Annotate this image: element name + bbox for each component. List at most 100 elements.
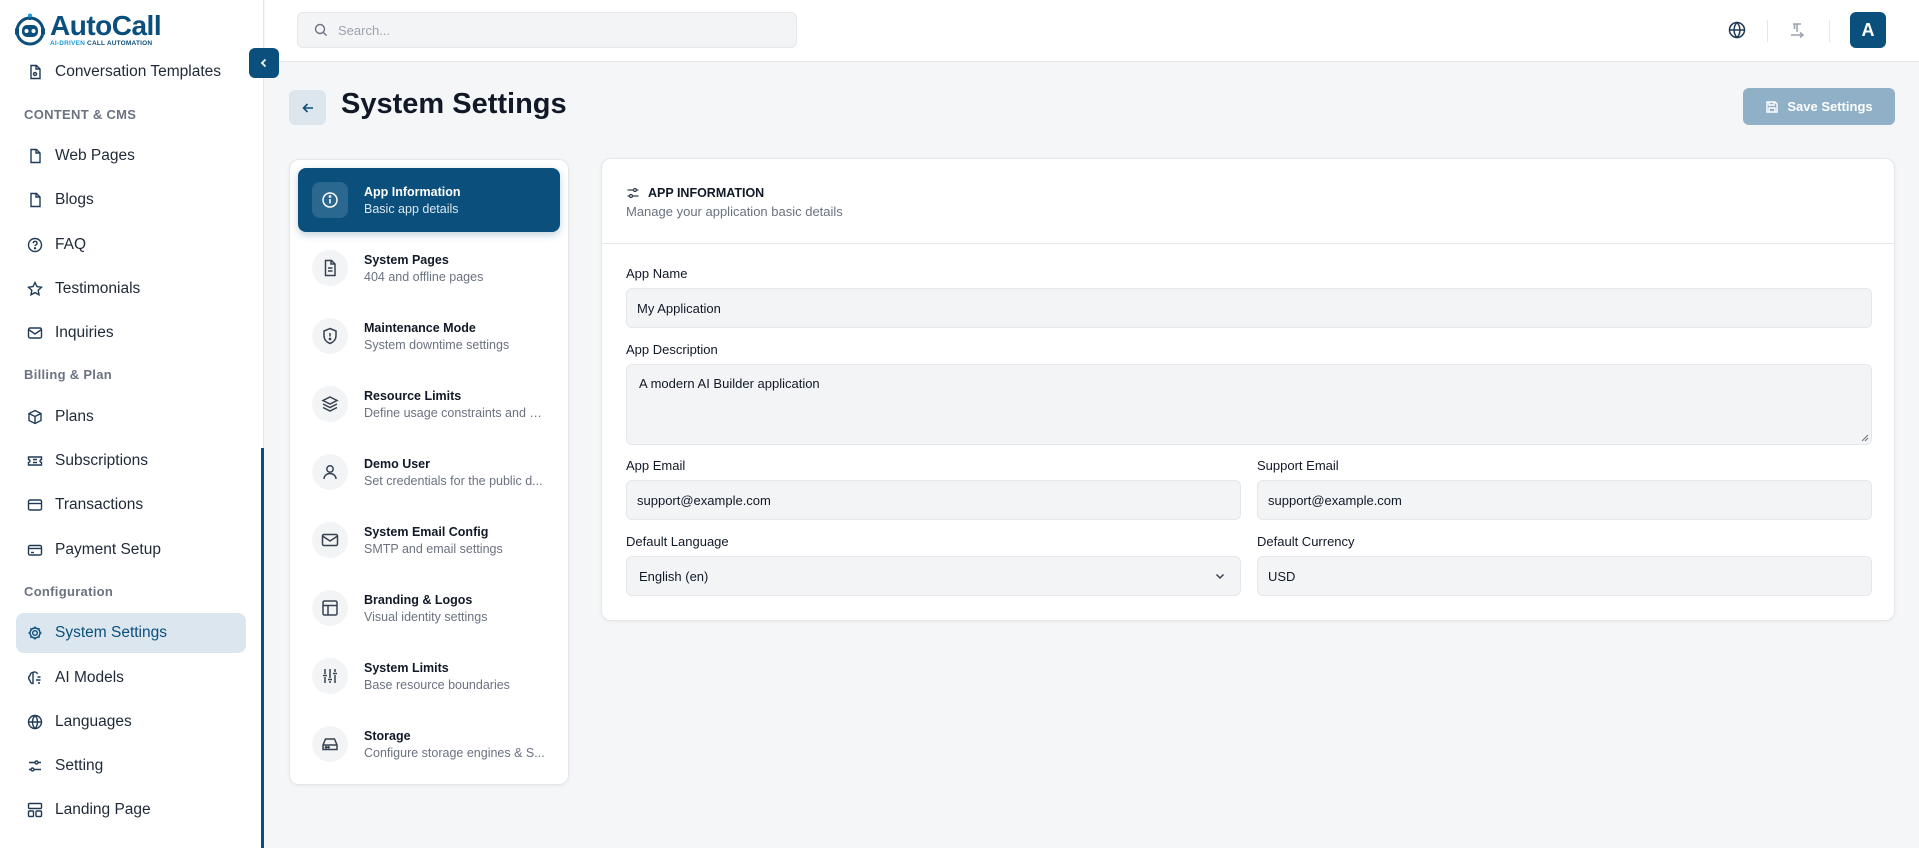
gear-icon	[27, 625, 43, 641]
language-switcher-button[interactable]	[1726, 19, 1748, 41]
text-direction-button[interactable]	[1786, 19, 1808, 41]
menu-item-title: Demo User	[364, 456, 430, 471]
hard-drive-icon	[312, 726, 348, 762]
sidebar-item-label: Subscriptions	[55, 452, 149, 469]
sidebar-item-ai-models[interactable]: AI Models	[16, 658, 246, 698]
save-settings-label: Save Settings	[1787, 99, 1873, 114]
topbar-divider	[1767, 20, 1768, 42]
menu-item-title: System Pages	[364, 252, 449, 267]
file-text-icon	[27, 64, 43, 80]
menu-item-subtitle: SMTP and email settings	[364, 541, 503, 556]
shield-alert-icon	[312, 318, 348, 354]
sidebar-item-label: Testimonials	[55, 280, 141, 297]
sidebar-item-label: Blogs	[55, 191, 94, 208]
menu-item-title: Branding & Logos	[364, 592, 473, 607]
sidebar-item-faq[interactable]: FAQ	[16, 225, 246, 265]
sidebar-section-content-cms: CONTENT & CMS	[24, 107, 137, 122]
sidebar-scroll-indicator	[261, 448, 264, 848]
sidebar-item-setting[interactable]: Setting	[16, 746, 246, 786]
menu-item-subtitle: 404 and offline pages	[364, 269, 484, 284]
default-language-value: English (en)	[639, 568, 709, 584]
app-name: AutoCall	[50, 10, 162, 42]
globe-icon	[27, 714, 43, 730]
globe-icon	[1728, 21, 1746, 39]
search-box[interactable]	[297, 12, 797, 48]
settings-menu-item-storage[interactable]: Storage Configure storage engines & S...	[298, 712, 560, 776]
menu-item-title: Storage	[364, 728, 411, 743]
resize-grip-icon[interactable]	[1861, 434, 1869, 442]
sidebar-collapse-button[interactable]	[249, 48, 279, 78]
form-title: APP INFORMATION	[626, 186, 764, 200]
menu-item-subtitle: Visual identity settings	[364, 609, 488, 624]
info-icon	[312, 182, 348, 218]
menu-item-title: Resource Limits	[364, 388, 462, 403]
sidebar-item-system-settings[interactable]: System Settings	[16, 613, 246, 653]
menu-item-subtitle: Set credentials for the public d...	[364, 473, 543, 488]
sidebar-item-plans[interactable]: Plans	[16, 397, 246, 437]
app-email-input[interactable]: support@example.com	[626, 480, 1241, 520]
sidebar-item-languages[interactable]: Languages	[16, 702, 246, 742]
settings-menu-item-maintenance-mode[interactable]: Maintenance Mode System downtime settings	[298, 304, 560, 368]
settings-menu-item-demo-user[interactable]: Demo User Set credentials for the public …	[298, 440, 560, 504]
user-avatar[interactable]: A	[1850, 12, 1886, 48]
search-icon	[314, 23, 327, 36]
sliders-vertical-icon	[312, 658, 348, 694]
sidebar-item-label: Landing Page	[55, 801, 151, 818]
settings-menu-item-system-email-config[interactable]: System Email Config SMTP and email settin…	[298, 508, 560, 572]
credit-card-icon	[27, 497, 43, 513]
settings-menu-item-system-pages[interactable]: System Pages 404 and offline pages	[298, 236, 560, 300]
sidebar-item-conversation-templates[interactable]: Conversation Templates	[16, 52, 246, 92]
sidebar-item-subscriptions[interactable]: Subscriptions	[16, 441, 246, 481]
menu-item-title: System Limits	[364, 660, 449, 675]
sidebar-item-blogs[interactable]: Blogs	[16, 180, 246, 220]
ticket-icon	[27, 453, 43, 469]
sidebar-item-web-pages[interactable]: Web Pages	[16, 136, 246, 176]
sidebar-item-inquiries[interactable]: Inquiries	[16, 313, 246, 353]
sidebar-item-testimonials[interactable]: Testimonials	[16, 269, 246, 309]
sidebar-item-payment-setup[interactable]: Payment Setup	[16, 530, 246, 570]
menu-item-subtitle: Basic app details	[364, 201, 459, 216]
sidebar-item-transactions[interactable]: Transactions	[16, 485, 246, 525]
back-button[interactable]	[289, 90, 326, 125]
settings-menu-item-resource-limits[interactable]: Resource Limits Define usage constraints …	[298, 372, 560, 436]
app-logo[interactable]: AutoCall AI-DRIVEN CALL AUTOMATION	[14, 10, 162, 50]
settings-menu: App Information Basic app details System …	[289, 159, 569, 785]
sidebar-item-label: Transactions	[55, 496, 144, 513]
support-email-input[interactable]: support@example.com	[1257, 480, 1872, 520]
settings-menu-item-branding-logos[interactable]: Branding & Logos Visual identity settings	[298, 576, 560, 640]
sidebar-item-label: System Settings	[55, 624, 167, 641]
default-currency-input[interactable]: USD	[1257, 556, 1872, 596]
sidebar-item-label: Setting	[55, 757, 104, 774]
arrow-left-icon	[301, 102, 313, 113]
user-icon	[312, 454, 348, 490]
app-tagline: AI-DRIVEN CALL AUTOMATION	[50, 40, 153, 48]
mail-icon	[27, 325, 43, 341]
settings-menu-item-app-information[interactable]: App Information Basic app details	[298, 168, 560, 232]
sidebar-item-landing-page[interactable]: Landing Page	[16, 790, 246, 830]
menu-item-subtitle: Base resource boundaries	[364, 677, 510, 692]
file-icon	[27, 192, 43, 208]
save-settings-button[interactable]: Save Settings	[1743, 88, 1895, 125]
layout-icon	[27, 802, 43, 818]
app-name-input[interactable]: My Application	[626, 288, 1872, 328]
menu-item-title: App Information	[364, 184, 461, 199]
package-icon	[27, 409, 43, 425]
chevron-down-icon	[1215, 573, 1225, 580]
layout-icon	[312, 590, 348, 626]
app-description-textarea[interactable]: A modern AI Builder application	[626, 364, 1872, 445]
default-language-select[interactable]: English (en)	[626, 556, 1241, 596]
menu-item-title: System Email Config	[364, 524, 489, 539]
robot-logo-icon	[15, 13, 45, 46]
sliders-icon	[27, 758, 43, 774]
mail-icon	[312, 522, 348, 558]
sidebar-item-label: Payment Setup	[55, 541, 161, 558]
app-email-label: App Email	[626, 458, 686, 473]
form-header: APP INFORMATION Manage your application …	[602, 159, 1894, 244]
file-text-icon	[312, 250, 348, 286]
settings-sliders-icon	[627, 187, 639, 199]
settings-menu-item-system-limits[interactable]: System Limits Base resource boundaries	[298, 644, 560, 708]
app-information-form: APP INFORMATION Manage your application …	[601, 158, 1895, 621]
page-title: System Settings	[341, 88, 567, 120]
search-input[interactable]	[338, 22, 778, 38]
topbar: A	[265, 0, 1919, 62]
